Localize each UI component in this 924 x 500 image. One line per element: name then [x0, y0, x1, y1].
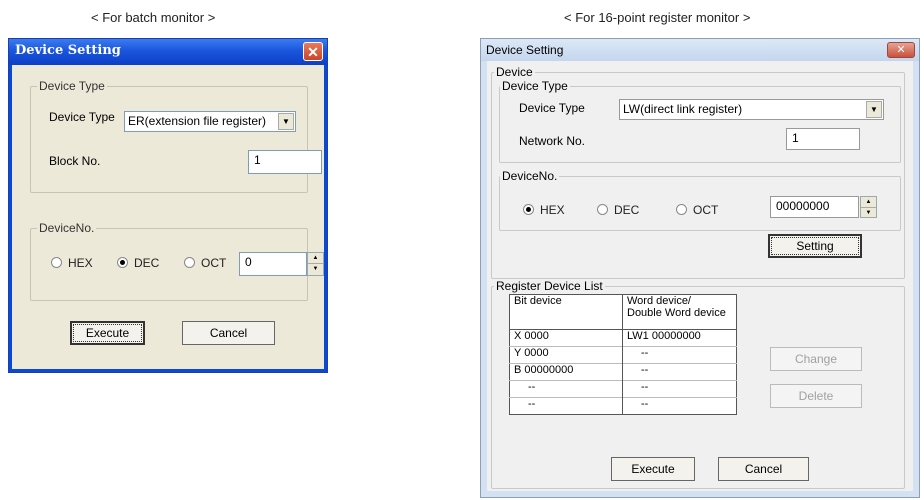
radio-hex-label: HEX [68, 256, 93, 270]
delete-button[interactable]: Delete [770, 384, 862, 408]
word-device-cell: -- [622, 380, 737, 398]
spin-down-icon[interactable]: ▼ [308, 263, 323, 274]
device-type-group: Device Type [499, 79, 901, 163]
radio-hex[interactable]: HEX [523, 203, 565, 217]
radio-hex-label: HEX [540, 203, 565, 217]
device-no-group-label: DeviceNo. [502, 169, 558, 183]
register-device-table: Bit device Word device/ Double Word devi… [509, 294, 737, 415]
bit-device-cell: B 00000000 [509, 363, 623, 381]
execute-button[interactable]: Execute [611, 457, 695, 481]
dialog-body: Device Type Device Type ER(extension fil… [12, 65, 324, 369]
bit-device-cell: Y 0000 [509, 346, 623, 364]
device-type-value: LW(direct link register) [623, 102, 743, 116]
radio-oct-label: OCT [201, 256, 227, 270]
device-no-input[interactable]: 00000000 [770, 196, 859, 218]
radio-dec[interactable]: DEC [117, 256, 159, 270]
device-no-group-label: DeviceNo. [39, 221, 95, 235]
device-no-spinner[interactable]: ▲ ▼ [860, 196, 877, 218]
block-no-label: Block No. [49, 154, 101, 168]
caption-batch-monitor: < For batch monitor > [91, 10, 216, 25]
change-button[interactable]: Change [770, 347, 862, 371]
radio-dec-label: DEC [614, 203, 640, 217]
bit-device-cell: X 0000 [509, 329, 623, 347]
radio-oct[interactable]: OCT [184, 256, 226, 270]
caption-register-monitor: < For 16-point register monitor > [564, 10, 751, 25]
network-no-label: Network No. [519, 134, 586, 148]
execute-button[interactable]: Execute [70, 321, 145, 345]
radio-oct-indicator[interactable] [184, 257, 195, 268]
bit-device-cell: -- [509, 380, 623, 398]
dialog-title: Device Setting [15, 43, 121, 58]
radio-dec-indicator[interactable] [117, 257, 128, 268]
cancel-button[interactable]: Cancel [718, 457, 809, 481]
table-header-row: Bit device Word device/ Double Word devi… [509, 294, 737, 330]
word-device-cell: -- [622, 397, 737, 415]
spin-up-icon[interactable]: ▲ [308, 253, 323, 263]
bit-device-cell: -- [509, 397, 623, 415]
close-icon[interactable]: ✕ [303, 42, 323, 61]
device-type-group-label: Device Type [502, 79, 568, 93]
radio-hex-indicator[interactable] [51, 257, 62, 268]
device-group-label: Device [496, 65, 533, 79]
table-row[interactable]: -- -- [509, 380, 737, 398]
radio-dec-label: DEC [134, 256, 160, 270]
dialog-body: Device Device Type Device Type LW(direct… [487, 61, 913, 491]
radio-oct[interactable]: OCT [676, 203, 718, 217]
device-type-group-label: Device Type [39, 79, 105, 93]
register-device-setting-dialog: Device Setting ✕ Device Device Type Devi… [480, 38, 920, 498]
radio-oct-indicator[interactable] [676, 204, 687, 215]
spin-up-icon[interactable]: ▲ [861, 197, 876, 207]
chevron-down-icon[interactable]: ▼ [866, 101, 882, 118]
chevron-down-icon[interactable]: ▼ [278, 113, 294, 130]
table-row[interactable]: Y 0000 -- [509, 346, 737, 364]
dialog-title: Device Setting [486, 43, 564, 57]
word-device-cell: -- [622, 363, 737, 381]
network-no-input[interactable]: 1 [786, 128, 860, 150]
device-type-label: Device Type [519, 101, 585, 115]
spin-down-icon[interactable]: ▼ [861, 207, 876, 218]
setting-button[interactable]: Setting [768, 234, 862, 258]
radio-hex-indicator[interactable] [523, 204, 534, 215]
device-type-select[interactable]: LW(direct link register) ▼ [619, 99, 884, 120]
word-device-cell: LW1 00000000 [622, 329, 737, 347]
device-type-value: ER(extension file register) [128, 114, 267, 128]
word-device-cell: -- [622, 346, 737, 364]
register-device-list-label: Register Device List [496, 279, 603, 293]
table-row[interactable]: X 0000 LW1 00000000 [509, 329, 737, 347]
device-type-label: Device Type [49, 110, 115, 124]
title-bar[interactable]: Device Setting ✕ [481, 39, 919, 61]
header-word-device: Word device/ Double Word device [622, 294, 737, 330]
radio-oct-label: OCT [693, 203, 719, 217]
radio-dec[interactable]: DEC [597, 203, 639, 217]
title-bar[interactable]: Device Setting ✕ [9, 39, 327, 65]
batch-device-setting-dialog: Device Setting ✕ Device Type Device Type… [8, 38, 328, 373]
block-no-input[interactable]: 1 [248, 150, 322, 174]
radio-dec-indicator[interactable] [597, 204, 608, 215]
radio-hex[interactable]: HEX [51, 256, 93, 270]
close-icon[interactable]: ✕ [887, 42, 915, 58]
table-row[interactable]: B 00000000 -- [509, 363, 737, 381]
device-no-input[interactable]: 0 [239, 252, 307, 276]
device-type-select[interactable]: ER(extension file register) ▼ [124, 111, 296, 132]
device-no-spinner[interactable]: ▲ ▼ [307, 252, 324, 276]
header-bit-device: Bit device [509, 294, 623, 330]
table-row[interactable]: -- -- [509, 397, 737, 415]
device-type-group: Device Type [30, 79, 308, 193]
cancel-button[interactable]: Cancel [182, 321, 275, 345]
